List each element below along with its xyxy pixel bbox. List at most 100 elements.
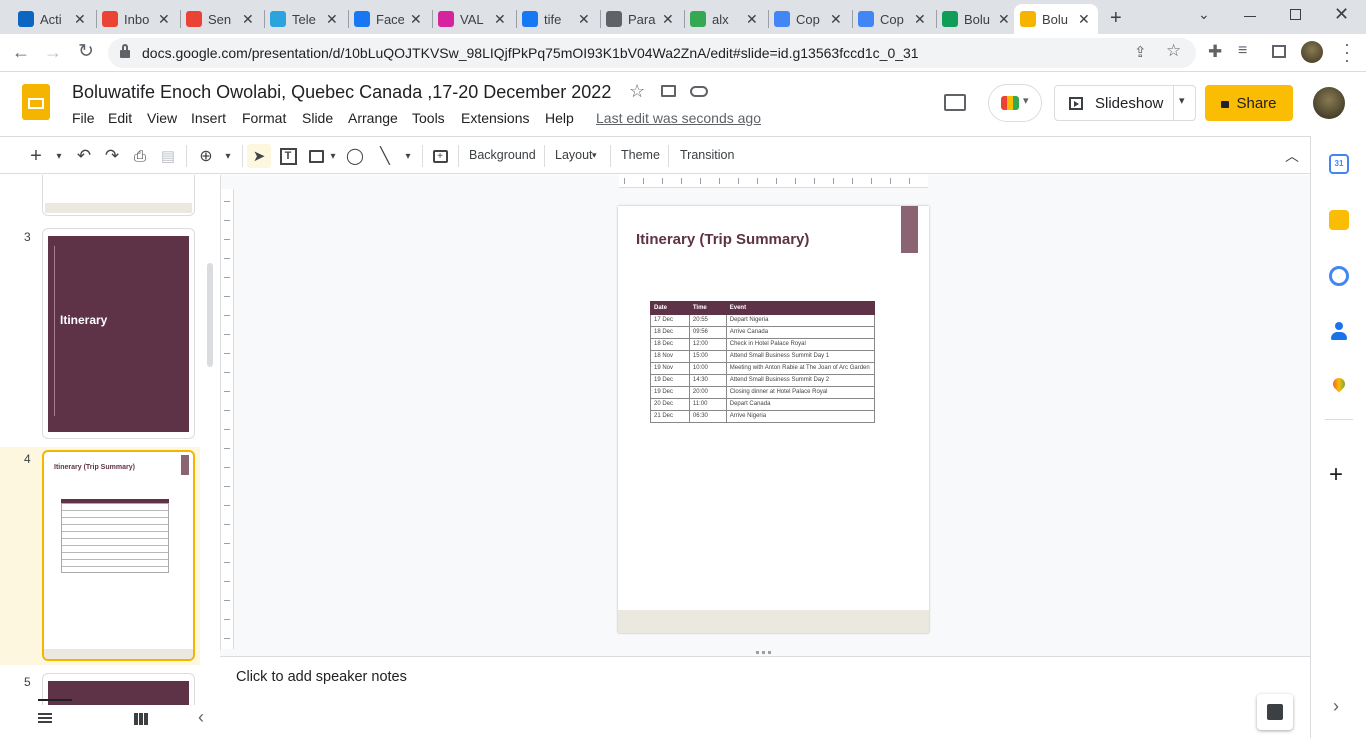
menu-arrange[interactable]: Arrange: [348, 110, 398, 126]
browser-tab[interactable]: alx ✕: [684, 4, 766, 34]
select-icon[interactable]: ➤: [249, 146, 269, 166]
browser-tab[interactable]: Para ✕: [600, 4, 682, 34]
browser-tab[interactable]: Bolu ✕: [1014, 4, 1098, 34]
date-cell[interactable]: 20 Dec: [650, 398, 690, 411]
table-row[interactable]: 18 Dec 09:56 Arrive Canada: [650, 326, 876, 339]
time-cell[interactable]: 20:00: [688, 386, 727, 399]
event-cell[interactable]: Check in Hotel Palace Royal: [725, 338, 876, 351]
date-cell[interactable]: 19 Nov: [650, 362, 690, 375]
time-cell[interactable]: 11:00: [688, 398, 727, 411]
slide-thumbnail-3[interactable]: Itinerary: [42, 228, 195, 439]
vertical-ruler[interactable]: [221, 189, 234, 649]
transition-button[interactable]: Transition: [680, 148, 734, 162]
browser-tab[interactable]: Face ✕: [348, 4, 430, 34]
new-slide-icon[interactable]: +: [26, 145, 46, 167]
browser-tab[interactable]: Inbo ✕: [96, 4, 178, 34]
undo-icon[interactable]: ↶: [74, 146, 94, 166]
bookmark-star-icon[interactable]: ☆: [1166, 41, 1181, 61]
menu-view[interactable]: View: [147, 110, 177, 126]
contacts-icon[interactable]: [1329, 322, 1349, 342]
close-tab-icon[interactable]: ✕: [326, 11, 338, 28]
menu-format[interactable]: Format: [242, 110, 286, 126]
move-folder-icon[interactable]: [661, 85, 676, 97]
last-edit-link[interactable]: Last edit was seconds ago: [596, 110, 761, 126]
close-tab-icon[interactable]: ✕: [494, 11, 506, 28]
close-window-icon[interactable]: ✕: [1334, 4, 1349, 25]
close-tab-icon[interactable]: ✕: [998, 11, 1010, 28]
event-cell[interactable]: Attend Small Business Summit Day 1: [725, 350, 876, 363]
browser-tab[interactable]: Tele ✕: [264, 4, 346, 34]
close-tab-icon[interactable]: ✕: [578, 11, 590, 28]
slides-logo-icon[interactable]: [22, 84, 50, 120]
keep-icon[interactable]: [1329, 210, 1349, 230]
speaker-notes-placeholder[interactable]: Click to add speaker notes: [236, 669, 407, 685]
date-cell[interactable]: 19 Dec: [650, 386, 690, 399]
menu-edit[interactable]: Edit: [108, 110, 132, 126]
reading-list-icon[interactable]: ≡: [1238, 42, 1247, 60]
time-cell[interactable]: 15:00: [688, 350, 727, 363]
close-tab-icon[interactable]: ✕: [746, 11, 758, 28]
close-tab-icon[interactable]: ✕: [74, 11, 86, 28]
browser-menu-icon[interactable]: · · ·: [1344, 35, 1350, 69]
browser-tab[interactable]: Sen ✕: [180, 4, 262, 34]
event-cell[interactable]: Depart Canada: [725, 398, 876, 411]
close-tab-icon[interactable]: ✕: [1078, 11, 1090, 28]
reload-icon[interactable]: ↻: [78, 40, 94, 63]
zoom-dropdown-icon[interactable]: ▾: [218, 146, 238, 166]
date-cell[interactable]: 18 Dec: [650, 326, 690, 339]
time-cell[interactable]: 10:00: [688, 362, 727, 375]
browser-tab[interactable]: Bolu ✕: [936, 4, 1018, 34]
table-row[interactable]: 19 Dec 14:30 Attend Small Business Summit …: [650, 374, 876, 387]
new-slide-dropdown-icon[interactable]: ▾: [49, 146, 69, 166]
browser-tab[interactable]: Cop ✕: [852, 4, 934, 34]
date-cell[interactable]: 19 Dec: [650, 374, 690, 387]
slide-canvas[interactable]: Itinerary (Trip Summary) Date Time Event…: [220, 175, 1310, 650]
theme-button[interactable]: Theme: [621, 148, 660, 162]
new-tab-icon[interactable]: +: [1110, 7, 1122, 30]
lock-icon[interactable]: [120, 50, 130, 58]
layout-button[interactable]: Layout: [555, 148, 593, 162]
table-row[interactable]: 19 Dec 20:00 Closing dinner at Hotel Palac…: [650, 386, 876, 399]
browser-tab[interactable]: tife ✕: [516, 4, 598, 34]
back-icon[interactable]: ←: [12, 42, 30, 63]
tasks-icon[interactable]: [1329, 266, 1349, 286]
event-cell[interactable]: Meeting with Anton Rabie at The Joan of …: [725, 362, 876, 375]
collapse-filmstrip-icon[interactable]: ‹: [198, 707, 204, 728]
menu-help[interactable]: Help: [545, 110, 574, 126]
restore-icon[interactable]: [1290, 9, 1301, 20]
shape-icon[interactable]: ◯: [345, 146, 365, 166]
comments-icon[interactable]: [944, 94, 966, 111]
menu-file[interactable]: File: [72, 110, 95, 126]
print-icon[interactable]: ⎙: [130, 146, 150, 166]
share-page-icon[interactable]: ⇪: [1134, 43, 1147, 61]
time-cell[interactable]: 06:30: [688, 410, 727, 423]
add-comment-icon[interactable]: +: [430, 146, 450, 166]
browser-tab[interactable]: Acti ✕: [12, 4, 94, 34]
time-cell[interactable]: 20:55: [688, 314, 727, 327]
date-cell[interactable]: 17 Dec: [650, 314, 690, 327]
event-cell[interactable]: Arrive Nigeria: [725, 410, 876, 423]
menu-insert[interactable]: Insert: [191, 110, 226, 126]
slide-title[interactable]: Itinerary (Trip Summary): [636, 231, 809, 248]
side-panel-icon[interactable]: [1272, 45, 1286, 58]
table-row[interactable]: 17 Dec 20:55 Depart Nigeria: [650, 314, 876, 327]
close-tab-icon[interactable]: ✕: [158, 11, 170, 28]
share-button[interactable]: Share: [1205, 85, 1293, 121]
speaker-notes[interactable]: Click to add speaker notes: [220, 656, 1310, 738]
browser-tab[interactable]: VAL ✕: [432, 4, 514, 34]
time-cell[interactable]: 09:56: [688, 326, 727, 339]
line-dropdown-icon[interactable]: ▾: [398, 146, 418, 166]
slideshow-button[interactable]: Slideshow ▾: [1054, 85, 1196, 121]
event-cell[interactable]: Depart Nigeria: [725, 314, 876, 327]
document-title[interactable]: Boluwatife Enoch Owolabi, Quebec Canada …: [72, 82, 611, 103]
paint-format-icon[interactable]: ▤: [158, 146, 178, 166]
current-slide[interactable]: Itinerary (Trip Summary) Date Time Event…: [618, 206, 929, 633]
image-dropdown-icon[interactable]: ▾: [323, 146, 343, 166]
close-tab-icon[interactable]: ✕: [242, 11, 254, 28]
itinerary-table[interactable]: Date Time Event 17 Dec 20:55 Depart Nigeri…: [650, 301, 876, 423]
hide-side-panel-icon[interactable]: ›: [1333, 696, 1339, 717]
calendar-icon[interactable]: 31: [1329, 154, 1349, 174]
table-row[interactable]: 21 Dec 06:30 Arrive Nigeria: [650, 410, 876, 423]
table-row[interactable]: 20 Dec 11:00 Depart Canada: [650, 398, 876, 411]
menu-extensions[interactable]: Extensions: [461, 110, 529, 126]
